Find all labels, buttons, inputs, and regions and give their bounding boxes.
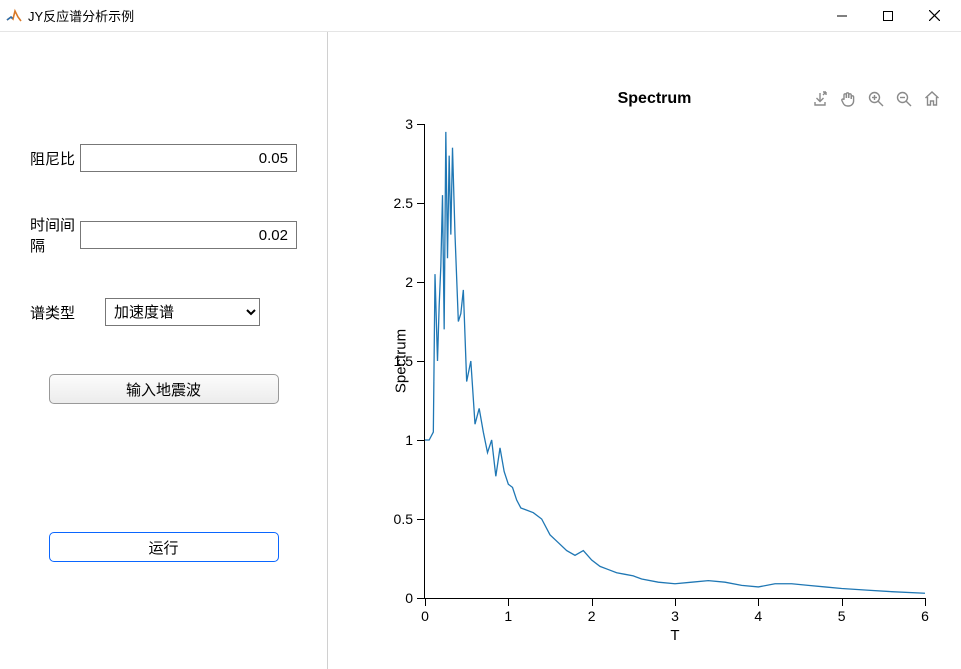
xtick-label: 5	[838, 608, 846, 624]
xtick-label: 6	[921, 608, 929, 624]
spectype-row: 谱类型 加速度谱速度谱位移谱	[30, 298, 297, 326]
ytick-label: 0	[405, 590, 413, 606]
ytick-label: 2	[405, 274, 413, 290]
window-maximize-button[interactable]	[865, 0, 911, 32]
xtick-label: 1	[504, 608, 512, 624]
spectype-select[interactable]: 加速度谱速度谱位移谱	[105, 298, 260, 326]
xtick-label: 3	[671, 608, 679, 624]
axes-toolbar	[809, 88, 943, 110]
ytick-label: 2.5	[394, 195, 413, 211]
ytick-label: 1.5	[394, 353, 413, 369]
xtick-label: 4	[754, 608, 762, 624]
pan-icon[interactable]	[837, 88, 859, 110]
damping-label: 阻尼比	[30, 148, 80, 169]
dt-label: 时间间隔	[30, 214, 80, 256]
export-icon[interactable]	[809, 88, 831, 110]
dt-row: 时间间隔	[30, 214, 297, 256]
ytick-label: 0.5	[394, 511, 413, 527]
xtick-label: 0	[421, 608, 429, 624]
run-button[interactable]: 运行	[49, 532, 279, 562]
spectype-label: 谱类型	[30, 302, 105, 323]
plot-panel: Spectrum	[328, 32, 961, 669]
control-panel: 阻尼比 时间间隔 谱类型 加速度谱速度谱位移谱 输入地震波 运行	[0, 32, 328, 669]
zoom-in-icon[interactable]	[865, 88, 887, 110]
home-icon[interactable]	[921, 88, 943, 110]
import-wave-button[interactable]: 输入地震波	[49, 374, 279, 404]
ytick-label: 3	[405, 116, 413, 132]
damping-input[interactable]	[80, 144, 297, 172]
matlab-icon	[6, 8, 22, 24]
xtick-label: 2	[588, 608, 596, 624]
ytick-label: 1	[405, 432, 413, 448]
window-titlebar: JY反应谱分析示例	[0, 0, 961, 32]
window-title: JY反应谱分析示例	[28, 6, 134, 25]
window-minimize-button[interactable]	[819, 0, 865, 32]
damping-row: 阻尼比	[30, 144, 297, 172]
x-axis-label: T	[425, 627, 925, 644]
chart-line	[425, 124, 925, 598]
window-close-button[interactable]	[911, 0, 957, 32]
dt-input[interactable]	[80, 221, 297, 249]
chart-axes[interactable]: Spectrum T 00.511.522.530123456	[424, 124, 925, 599]
zoom-out-icon[interactable]	[893, 88, 915, 110]
